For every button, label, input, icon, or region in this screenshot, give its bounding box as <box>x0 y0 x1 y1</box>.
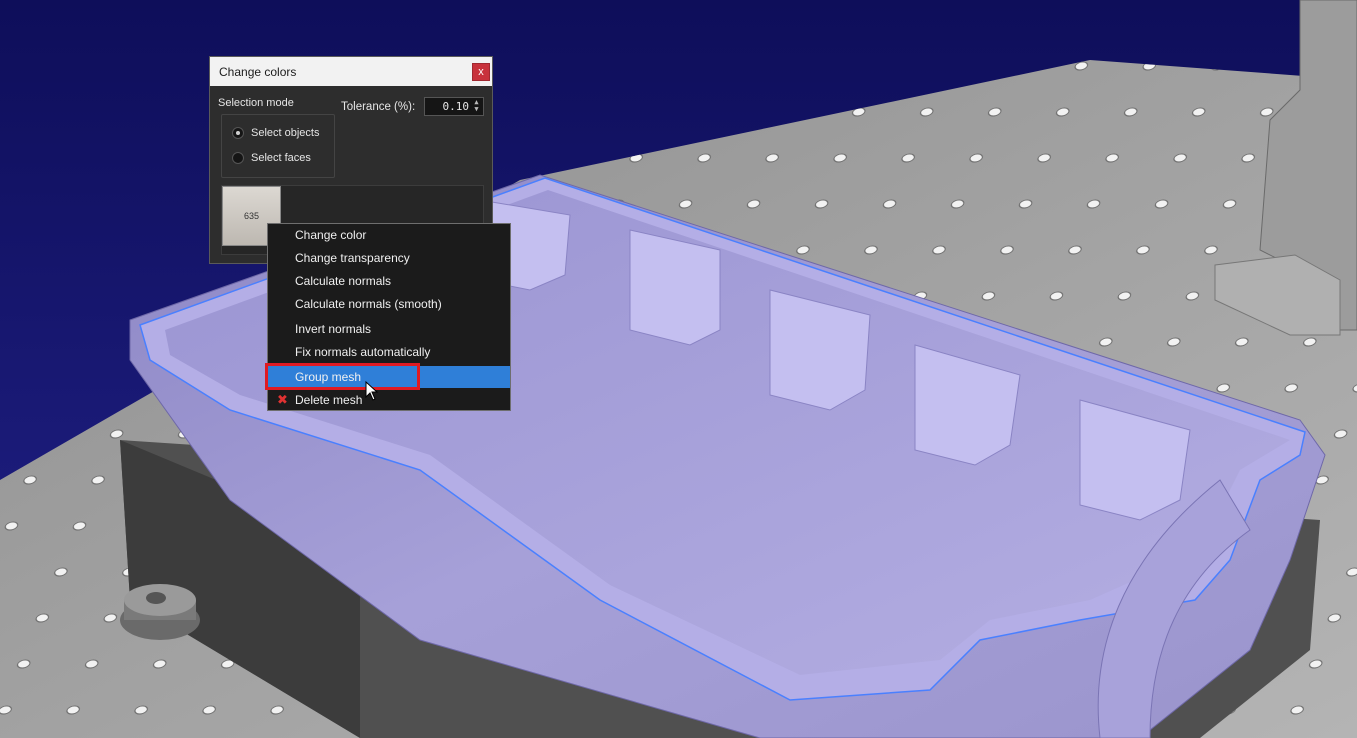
close-button[interactable]: x <box>472 63 490 81</box>
tolerance-value: 0.10 <box>442 100 470 113</box>
menu-item-fix-normals[interactable]: Fix normals automatically <box>268 341 510 363</box>
menu-item-label: Delete mesh <box>295 393 363 407</box>
radio-label: Select faces <box>251 152 311 164</box>
3d-viewport[interactable] <box>0 0 1357 738</box>
menu-item-change-color[interactable]: Change color <box>268 224 510 246</box>
tolerance-spinbox[interactable]: 0.10 ▲ ▼ <box>424 97 484 116</box>
swatch-label: 635 <box>243 211 260 221</box>
delete-x-icon: ✖ <box>277 392 288 407</box>
mouse-cursor-icon <box>365 381 379 401</box>
menu-item-calculate-normals[interactable]: Calculate normals <box>268 270 510 292</box>
menu-item-change-transparency[interactable]: Change transparency <box>268 247 510 269</box>
dialog-title: Change colors <box>219 64 297 79</box>
menu-item-label: Calculate normals <box>295 274 392 288</box>
menu-item-label: Invert normals <box>295 322 372 336</box>
menu-item-label: Calculate normals (smooth) <box>295 297 442 311</box>
menu-item-label: Change transparency <box>295 251 410 265</box>
radio-unchecked-icon[interactable] <box>232 152 244 164</box>
selection-mode-group: Select objects Select faces <box>221 114 335 178</box>
menu-item-group-mesh[interactable]: Group mesh <box>268 366 510 388</box>
radio-label: Select objects <box>251 127 320 139</box>
radio-checked-icon[interactable] <box>232 127 244 139</box>
tolerance-label: Tolerance (%): <box>341 101 416 113</box>
radio-select-faces[interactable]: Select faces <box>232 152 311 164</box>
menu-item-label: Fix normals automatically <box>295 345 431 359</box>
menu-item-label: Group mesh <box>295 370 362 384</box>
clamp-bolt <box>120 584 200 640</box>
selection-mode-label: Selection mode <box>218 97 294 109</box>
radio-select-objects[interactable]: Select objects <box>232 127 319 139</box>
context-menu: Change color Change transparency Calcula… <box>267 223 511 411</box>
menu-item-calculate-normals-smooth[interactable]: Calculate normals (smooth) <box>268 293 510 315</box>
menu-item-label: Change color <box>295 228 367 242</box>
spin-down-icon[interactable]: ▼ <box>471 106 482 113</box>
menu-item-invert-normals[interactable]: Invert normals <box>268 318 510 340</box>
dialog-titlebar[interactable]: Change colors x <box>210 57 492 86</box>
menu-item-delete-mesh[interactable]: ✖ Delete mesh <box>268 389 510 411</box>
